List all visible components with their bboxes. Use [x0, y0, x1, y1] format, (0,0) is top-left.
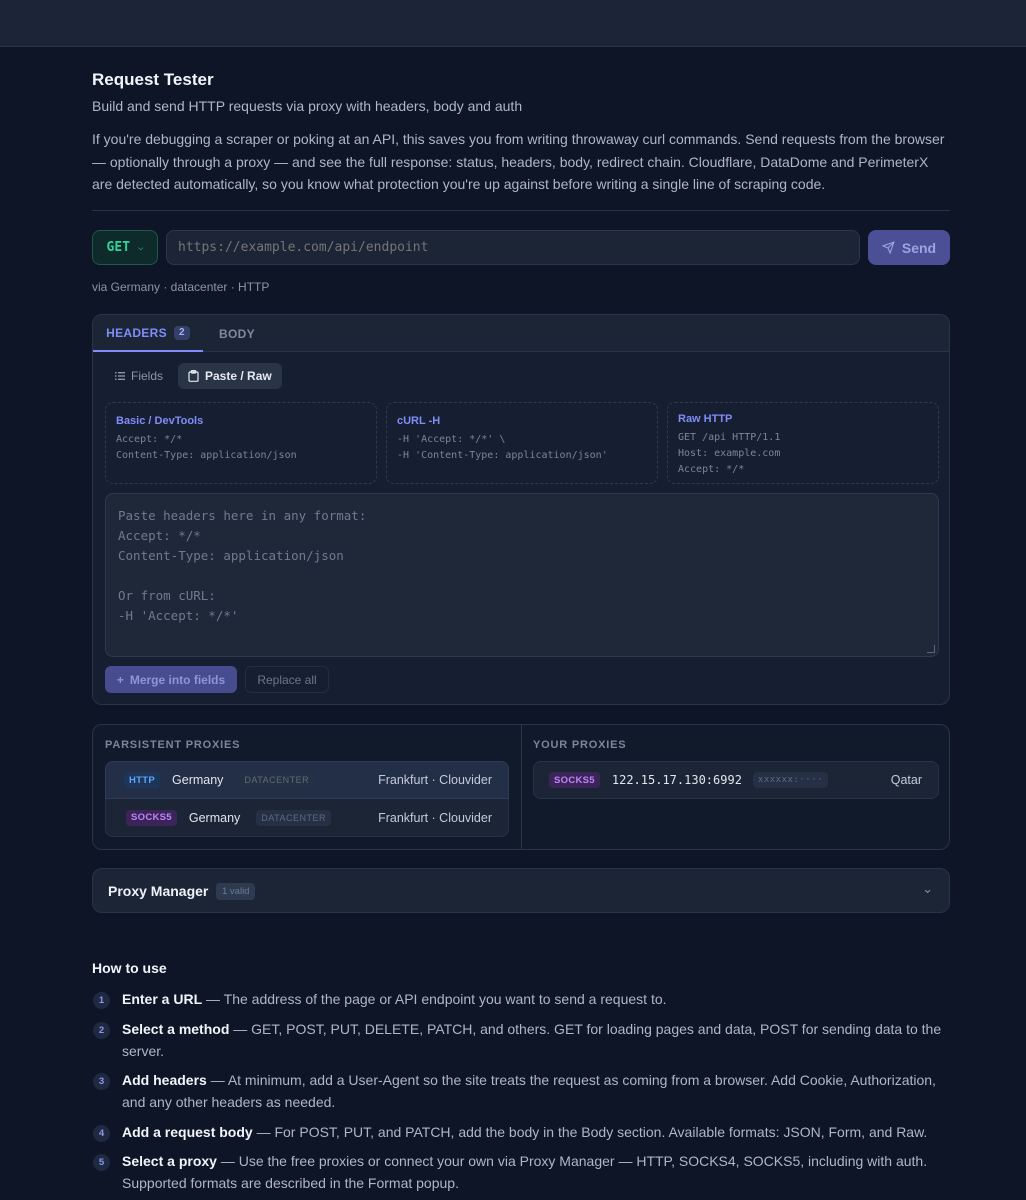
persistent-proxies-heading: PARSISTENT PROXIES [105, 739, 241, 751]
how-to-step: 5 Select a proxy — Use the free proxies … [92, 1151, 950, 1194]
step-text: — At minimum, add a User-Agent so the si… [122, 1072, 936, 1110]
proxy-selector: PARSISTENT PROXIES YOUR PROXIES HTTP Ger… [92, 724, 950, 850]
send-label: Send [901, 239, 937, 256]
top-navigation-bar [0, 0, 1026, 47]
tab-headers[interactable]: HEADERS 2 [93, 315, 203, 352]
step-title: Add a request body [122, 1124, 253, 1140]
proxy-location: Frankfurt · Clouvider [378, 810, 492, 825]
step-number: 1 [93, 992, 110, 1009]
proxy-option-selected[interactable]: HTTP Germany DATACENTER Frankfurt · Clou… [105, 761, 509, 799]
plus-icon: + [116, 672, 124, 687]
page-description: If you're debugging a scraper or poking … [92, 131, 945, 192]
placeholder-line: Or from cURL: [118, 588, 216, 603]
format-line: Content-Type: application/json [116, 450, 297, 461]
valid-count-badge: 1 valid [216, 883, 256, 900]
placeholder-line: -H 'Accept: */*' [118, 608, 239, 623]
replace-all-button[interactable]: Replace all [245, 666, 329, 693]
clipboard-icon [188, 370, 199, 382]
request-tabs: HEADERS 2 BODY [93, 315, 949, 352]
format-title: Basic / DevTools [116, 415, 204, 427]
format-line: Host: example.com [678, 448, 781, 459]
step-title: Select a method [122, 1021, 230, 1037]
format-title: Raw HTTP [678, 413, 733, 425]
resize-handle[interactable] [927, 645, 935, 653]
paste-raw-mode-label: Paste / Raw [205, 369, 272, 383]
step-text: — Use the free proxies or connect your o… [122, 1153, 928, 1191]
step-text: — The address of the page or API endpoin… [202, 991, 667, 1007]
placeholder-line: Content-Type: application/json [118, 548, 344, 563]
step-title: Select a proxy [122, 1153, 217, 1169]
paste-headers-textarea[interactable]: Paste headers here in any format: Accept… [105, 493, 939, 657]
divider [92, 210, 950, 211]
format-example-raw-http[interactable]: Raw HTTP GET /api HTTP/1.1 Host: example… [667, 402, 939, 484]
proxy-manager-title: Proxy Manager [108, 883, 209, 899]
format-title: cURL -H [397, 415, 441, 427]
page-subtitle: Build and send HTTP requests via proxy w… [92, 98, 523, 114]
how-to-step: 3 Add headers — At minimum, add a User-A… [92, 1070, 950, 1113]
chevron-down-icon: ⌄ [922, 881, 933, 896]
headers-count-badge: 2 [173, 325, 190, 340]
proxy-country: Germany [172, 773, 224, 787]
step-number: 2 [93, 1022, 110, 1039]
chevron-down-icon: ⌵ [138, 242, 144, 253]
protocol-badge: HTTP [124, 772, 161, 788]
placeholder-line: Paste headers here in any format: [118, 508, 367, 523]
proxy-country: Germany [188, 810, 241, 825]
format-line: -H 'Content-Type: application/json' [397, 450, 608, 461]
fields-mode-label: Fields [131, 369, 164, 383]
method-select[interactable]: GET ⌵ [92, 230, 158, 265]
merge-label: Merge into fields [129, 672, 226, 687]
proxy-country: Qatar [890, 773, 922, 787]
send-button[interactable]: Send [868, 230, 950, 265]
protocol-badge: SOCKS5 [126, 809, 177, 826]
step-title: Enter a URL [122, 991, 203, 1007]
proxy-auth-badge: xxxxxx:···· [752, 772, 829, 788]
step-number: 4 [93, 1125, 110, 1142]
divider [521, 725, 522, 849]
step-text: — GET, POST, PUT, DELETE, PATCH, and oth… [122, 1021, 942, 1059]
step-text: — For POST, PUT, and PATCH, add the body… [252, 1124, 928, 1140]
list-icon [115, 372, 125, 380]
merge-into-fields-button[interactable]: + Merge into fields [105, 666, 237, 693]
how-to-step: 2 Select a method — GET, POST, PUT, DELE… [92, 1019, 950, 1062]
format-line: -H 'Accept: */*' \ [397, 434, 506, 445]
tab-headers-label: HEADERS [106, 325, 167, 340]
how-to-step: 1 Enter a URL — The address of the page … [92, 989, 950, 1011]
send-icon [881, 241, 895, 254]
tab-body-label: BODY [219, 326, 255, 341]
custom-proxy-option[interactable]: SOCKS5 122.15.17.130:6992 xxxxxx:···· Qa… [533, 761, 939, 799]
placeholder-line [118, 566, 926, 586]
proxy-option[interactable]: SOCKS5 Germany DATACENTER Frankfurt · Cl… [105, 799, 509, 837]
how-to-use-heading: How to use [92, 960, 167, 976]
how-to-step: 4 Add a request body — For POST, PUT, an… [92, 1122, 950, 1144]
your-proxies-heading: YOUR PROXIES [533, 739, 627, 751]
format-line: Accept: */* [116, 434, 183, 445]
placeholder-line: Accept: */* [118, 528, 201, 543]
tab-body[interactable]: BODY [219, 315, 255, 352]
step-number: 5 [93, 1154, 110, 1171]
proxy-type-badge: DATACENTER [256, 809, 331, 826]
method-value: GET [106, 240, 131, 255]
request-options-panel: HEADERS 2 BODY Fields Paste / Raw Basic … [92, 314, 950, 705]
format-line: Accept: */* [678, 464, 745, 475]
proxy-address: 122.15.17.130:6992 [611, 773, 742, 787]
proxy-location: Frankfurt · Clouvider [378, 773, 492, 787]
step-title: Add headers [122, 1072, 207, 1088]
format-line: GET /api HTTP/1.1 [678, 432, 781, 443]
fields-mode-button[interactable]: Fields [105, 363, 173, 389]
step-number: 3 [93, 1073, 110, 1090]
paste-raw-mode-button[interactable]: Paste / Raw [178, 363, 282, 389]
url-input[interactable] [166, 230, 860, 265]
page-title: Request Tester [92, 70, 214, 89]
proxy-route-info: via Germany · datacenter · HTTP [92, 280, 270, 294]
proxy-type-badge: DATACENTER [239, 772, 315, 788]
protocol-badge: SOCKS5 [549, 772, 600, 788]
format-example-basic[interactable]: Basic / DevTools Accept: */* Content-Typ… [105, 402, 377, 484]
format-example-curl[interactable]: cURL -H -H 'Accept: */*' \ -H 'Content-T… [386, 402, 658, 484]
proxy-manager-accordion[interactable]: Proxy Manager 1 valid ⌄ [92, 868, 950, 913]
